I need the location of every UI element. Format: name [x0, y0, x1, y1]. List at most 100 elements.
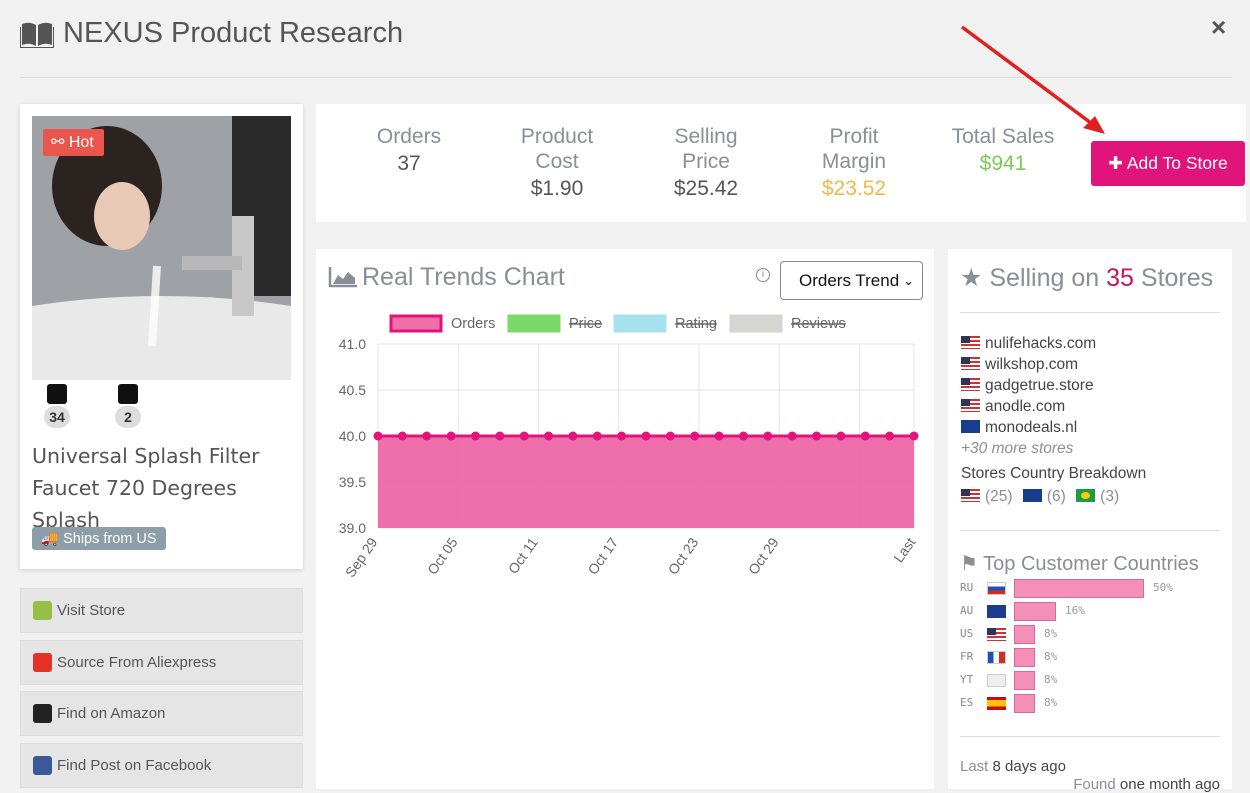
plus-icon: ✚ — [1108, 153, 1123, 173]
country-bar — [1014, 602, 1056, 621]
us-flag-icon — [987, 628, 1006, 641]
stat-profit-margin: Profit Margin $23.52 — [821, 125, 887, 200]
country-row-es: ES 8% — [960, 693, 1225, 715]
store-item[interactable]: anodle.com — [961, 396, 1096, 417]
orders-point — [860, 431, 870, 441]
find-amazon-button[interactable]: Find on Amazon — [20, 691, 303, 736]
chart-title: Real Trends Chart — [328, 263, 565, 292]
flag-icon: ⚑ — [960, 553, 978, 575]
info-icon[interactable]: i — [756, 268, 770, 282]
country-bar — [1014, 671, 1035, 690]
fr-flag-icon — [987, 651, 1006, 664]
legend-label-reviews: Reviews — [791, 316, 846, 332]
ru-flag-icon — [987, 582, 1006, 595]
orders-point — [787, 431, 797, 441]
x-tick-label: Last — [890, 534, 918, 565]
x-tick-label: Oct 11 — [505, 534, 541, 576]
country-code: ES — [960, 696, 974, 709]
country-bar — [1014, 579, 1144, 598]
page-title: NEXUS Product Research — [63, 17, 404, 49]
x-tick-label: Oct 29 — [745, 534, 782, 577]
product-card: ⚯ Hot 34 2 Universal Splash Filter Fauce… — [20, 104, 303, 569]
orders-point — [544, 431, 554, 441]
x-tick-label: Oct 05 — [424, 534, 461, 577]
legend-swatch-rating — [613, 314, 667, 333]
orders-point — [495, 431, 505, 441]
country-bar — [1014, 694, 1035, 713]
orders-point — [690, 431, 700, 441]
country-row-fr: FR 8% — [960, 647, 1225, 669]
au-flag-icon — [987, 605, 1006, 618]
x-tick-label: Sep 29 — [342, 534, 381, 580]
orders-point — [909, 431, 919, 441]
country-code: YT — [960, 673, 974, 686]
more-stores-link[interactable]: +30 more stores — [961, 438, 1096, 459]
country-row-au: AU 16% — [960, 601, 1225, 623]
y-tick-label: 40.0 — [339, 428, 366, 444]
us-flag-icon — [961, 399, 980, 412]
divider — [960, 312, 1220, 313]
br-flag-icon — [1076, 489, 1096, 502]
y-tick-label: 41.0 — [339, 336, 366, 352]
orders-point — [373, 431, 383, 441]
orders-point — [568, 431, 578, 441]
orders-point — [446, 431, 456, 441]
us-flag-icon — [961, 378, 980, 391]
orders-point — [714, 431, 724, 441]
find-facebook-button[interactable]: Find Post on Facebook — [20, 743, 303, 788]
y-tick-label: 39.5 — [339, 474, 366, 490]
orders-point — [592, 431, 602, 441]
us-flag-icon — [961, 336, 980, 349]
trend-type-select[interactable]: Orders Trend ⌄ — [780, 261, 923, 300]
country-bar — [1014, 648, 1035, 667]
ships-from-badge: 🚚 Ships from US — [32, 527, 166, 550]
legend-swatch-price — [507, 314, 561, 333]
x-tick-label: Oct 23 — [665, 534, 702, 577]
x-tick-label: Oct 17 — [584, 534, 621, 577]
visit-store-button[interactable]: Visit Store — [20, 588, 303, 633]
breakdown-br: (3) — [1076, 488, 1119, 505]
orders-point — [422, 431, 432, 441]
stat-orders: Orders 37 — [376, 125, 442, 175]
top-countries-title: ⚑ Top Customer Countries — [960, 553, 1199, 575]
orders-point — [738, 431, 748, 441]
chevron-down-icon: ⌄ — [903, 273, 914, 288]
source-aliexpress-button[interactable]: Source From Aliexpress — [20, 640, 303, 685]
legend-swatch-orders — [389, 314, 443, 333]
legend-label-rating: Rating — [675, 316, 717, 332]
orders-point — [812, 431, 822, 441]
selling-title: ★ Selling on 35 Stores — [960, 264, 1214, 292]
country-code: RU — [960, 581, 974, 594]
us-flag-icon — [961, 489, 980, 502]
country-row-ru: RU 50% — [960, 578, 1225, 600]
country-code: FR — [960, 650, 974, 663]
store-list: nulifehacks.com wilkshop.com gadgetrue.s… — [961, 333, 1096, 459]
store-item[interactable]: monodeals.nl — [961, 417, 1096, 438]
es-flag-icon — [987, 697, 1006, 710]
breakdown-title: Stores Country Breakdown — [961, 465, 1147, 482]
country-row-yt: YT 8% — [960, 670, 1225, 692]
facebook-icon — [33, 756, 52, 775]
orders-point — [397, 431, 407, 441]
shopify-icon — [33, 601, 52, 620]
store-bag-icon — [118, 384, 138, 404]
orders-point — [641, 431, 651, 441]
store-item[interactable]: gadgetrue.store — [961, 375, 1096, 396]
store-count-badge: 2 — [111, 384, 145, 428]
star-icon: ★ — [960, 264, 983, 292]
orders-point — [763, 431, 773, 441]
legend-swatch-reviews — [729, 314, 783, 333]
country-percent: 8% — [1044, 627, 1058, 640]
product-image[interactable]: ⚯ Hot — [32, 116, 291, 380]
country-code: AU — [960, 604, 974, 617]
book-icon — [20, 22, 54, 48]
stat-selling-price: Selling Price $25.42 — [673, 125, 739, 200]
close-button[interactable]: × — [1211, 12, 1226, 43]
yt-flag-icon — [987, 674, 1006, 687]
store-item[interactable]: wilkshop.com — [961, 354, 1096, 375]
product-name: Universal Splash Filter Faucet 720 Degre… — [32, 444, 260, 532]
found-date: Found one month ago — [1073, 776, 1220, 793]
divider — [960, 736, 1220, 737]
store-item[interactable]: nulifehacks.com — [961, 333, 1096, 354]
legend-label-orders: Orders — [451, 316, 495, 332]
